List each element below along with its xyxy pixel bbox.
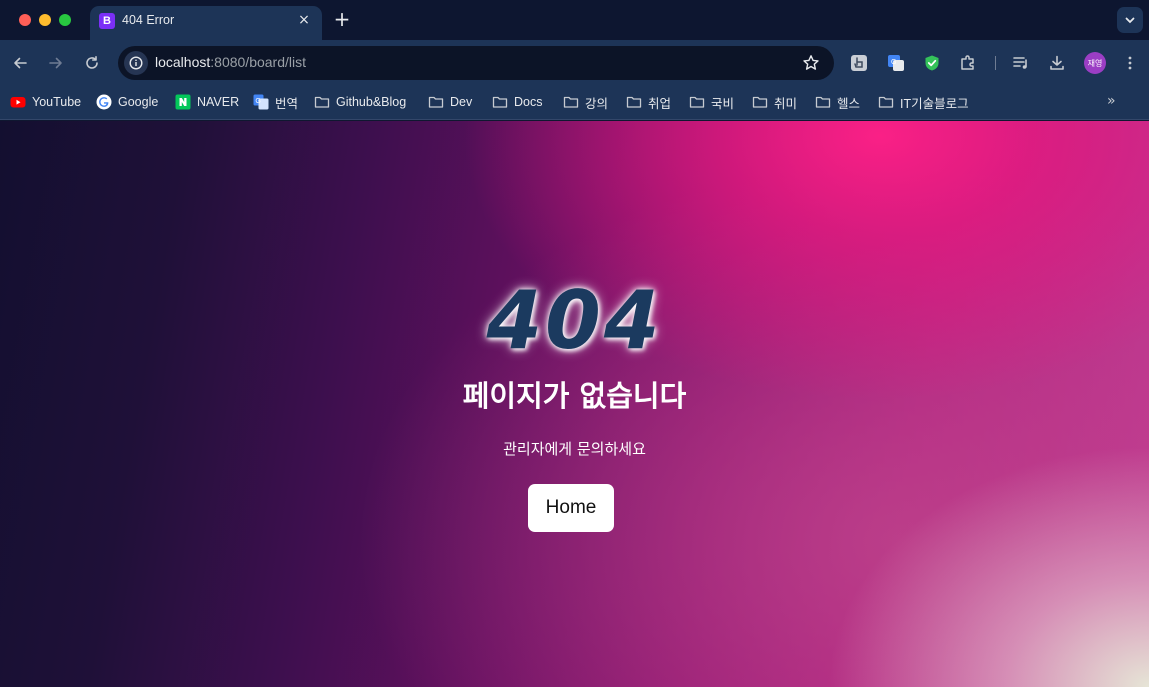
queue-music-icon	[1013, 57, 1027, 69]
bookmark-label: IT기술블로그	[900, 96, 969, 111]
bookmarks-overflow-button[interactable]: »	[1107, 93, 1123, 111]
google-icon	[96, 94, 112, 110]
puzzle-icon	[961, 55, 974, 70]
bookmark-folder-dev[interactable]: Dev	[428, 93, 472, 111]
tab-strip: B 404 Error × +	[0, 0, 1149, 40]
svg-text:G: G	[891, 59, 896, 66]
bookmark-folder-lecture[interactable]: 강의	[563, 93, 608, 111]
bookmark-star-icon[interactable]	[802, 54, 820, 72]
bookmark-naver[interactable]: NAVER	[175, 93, 239, 111]
reload-icon	[86, 56, 98, 69]
folder-icon	[314, 96, 330, 108]
bookmark-folder-job[interactable]: 취업	[626, 93, 671, 111]
bookmark-folder-docs[interactable]: Docs	[492, 93, 542, 111]
more-vertical-icon	[1128, 56, 1132, 70]
window-zoom-button[interactable]	[59, 14, 71, 26]
bookmark-youtube[interactable]: YouTube	[10, 93, 81, 111]
folder-icon	[815, 96, 831, 108]
extension-translate-icon[interactable]: G	[886, 53, 906, 73]
reload-button[interactable]	[82, 53, 102, 73]
arrow-left-icon	[14, 57, 27, 69]
downloads-button[interactable]	[1047, 53, 1067, 73]
tab-search-button[interactable]	[1117, 7, 1143, 33]
url-path: :8080/board/list	[210, 54, 306, 70]
folder-icon	[752, 96, 768, 108]
tab-active[interactable]: B 404 Error ×	[90, 6, 322, 40]
error-code-heading: 404	[486, 274, 663, 367]
reading-list-button[interactable]	[1011, 53, 1031, 73]
home-button[interactable]: Home	[528, 484, 614, 532]
browser-menu-button[interactable]	[1120, 53, 1140, 73]
bookmark-label: 번역	[275, 96, 299, 111]
error-title: 페이지가 없습니다	[462, 379, 687, 413]
bookmark-label: Github&Blog	[336, 95, 407, 109]
bookmark-folder-gukbi[interactable]: 국비	[689, 93, 734, 111]
google-translate-icon: G	[888, 55, 904, 71]
bootstrap-favicon-icon: B	[99, 13, 115, 29]
url-host: localhost	[155, 54, 211, 70]
folder-icon	[878, 96, 894, 108]
bookmark-folder-github-blog[interactable]: Github&Blog	[314, 93, 406, 111]
extensions-button[interactable]	[958, 53, 978, 73]
translate-icon: G	[253, 94, 269, 110]
bookmarks-bar: YouTube Google NAVER G 번역 Github&Blog De…	[0, 86, 1149, 120]
tab-title: 404 Error	[122, 13, 175, 27]
bookmark-label: 강의	[585, 96, 609, 111]
youtube-icon	[10, 97, 26, 108]
chevron-down-icon	[1125, 17, 1135, 24]
bookmark-label: 취업	[648, 96, 672, 111]
address-bar[interactable]: localhost:8080/board/list	[118, 46, 834, 80]
bookmark-folder-it-tech-blog[interactable]: IT기술블로그	[878, 93, 969, 111]
bookmark-label: YouTube	[32, 95, 82, 109]
extension-shield-icon[interactable]	[922, 53, 942, 73]
toolbar-divider	[995, 56, 996, 70]
folder-icon	[492, 96, 508, 108]
download-icon	[1050, 55, 1064, 70]
error-message: 관리자에게 문의하세요	[503, 440, 646, 458]
folder-icon	[626, 96, 642, 108]
forward-button[interactable]	[46, 53, 66, 73]
new-tab-button[interactable]: +	[333, 9, 351, 29]
bookmark-label: NAVER	[197, 95, 240, 109]
shield-check-icon	[925, 55, 939, 71]
bookmark-label: 취미	[774, 96, 798, 111]
window-close-button[interactable]	[19, 14, 31, 26]
window-minimize-button[interactable]	[39, 14, 51, 26]
bookmark-folder-health[interactable]: 헬스	[815, 93, 860, 111]
bookmark-google[interactable]: Google	[96, 93, 158, 111]
bookmark-label: 국비	[711, 96, 735, 111]
bookmark-label: Docs	[514, 95, 543, 109]
back-button[interactable]	[10, 53, 30, 73]
bookmark-folder-hobby[interactable]: 취미	[752, 93, 797, 111]
info-icon	[129, 56, 143, 70]
folder-icon	[689, 96, 705, 108]
browser-toolbar: localhost:8080/board/list G 재영	[0, 40, 1149, 86]
bookmark-translate[interactable]: G 번역	[253, 93, 298, 111]
tab-close-button[interactable]: ×	[296, 12, 312, 28]
folder-icon	[563, 96, 579, 108]
bookmark-label: Google	[118, 95, 159, 109]
bookmark-label: 헬스	[837, 96, 861, 111]
profile-avatar[interactable]: 재영	[1084, 52, 1106, 74]
svg-text:G: G	[255, 98, 260, 105]
url-text: localhost:8080/board/list	[155, 54, 306, 70]
error-page: 404 페이지가 없습니다 관리자에게 문의하세요 Home	[0, 121, 1149, 687]
site-info-button[interactable]	[124, 51, 148, 75]
extension-touch-icon[interactable]	[849, 53, 869, 73]
folder-icon	[428, 96, 444, 108]
naver-icon	[175, 94, 191, 110]
arrow-right-icon	[49, 57, 62, 69]
bookmark-label: Dev	[450, 95, 473, 109]
hand-pointer-icon	[851, 55, 867, 71]
